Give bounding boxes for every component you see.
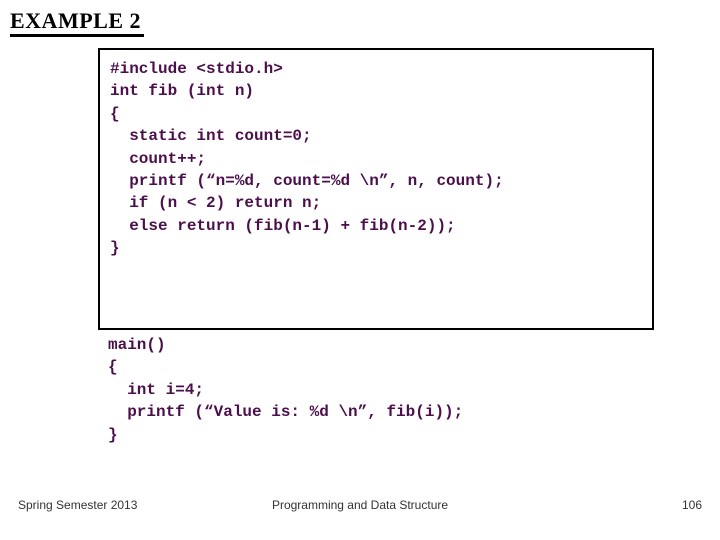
- code-line: else return (fib(n-1) + fib(n-2));: [110, 215, 642, 237]
- code-line: int i=4;: [108, 379, 644, 401]
- footer-center: Programming and Data Structure: [0, 498, 720, 512]
- code-line: }: [110, 237, 642, 259]
- slide-title: EXAMPLE 2: [10, 8, 141, 34]
- code-line: if (n < 2) return n;: [110, 192, 642, 214]
- code-line: {: [108, 356, 644, 378]
- code-line: #include <stdio.h>: [110, 58, 642, 80]
- title-underline: [10, 34, 144, 37]
- code-line: main(): [108, 334, 644, 356]
- code-line: int fib (int n): [110, 80, 642, 102]
- code-line: }: [108, 424, 644, 446]
- code-bottom: main() { int i=4; printf (“Value is: %d …: [98, 332, 654, 448]
- code-box: #include <stdio.h> int fib (int n) { sta…: [98, 48, 654, 330]
- code-line: printf (“Value is: %d \n”, fib(i));: [108, 401, 644, 423]
- page-number: 106: [682, 498, 702, 512]
- code-line: printf (“n=%d, count=%d \n”, n, count);: [110, 170, 642, 192]
- code-line: count++;: [110, 148, 642, 170]
- code-line: static int count=0;: [110, 125, 642, 147]
- code-line: {: [110, 103, 642, 125]
